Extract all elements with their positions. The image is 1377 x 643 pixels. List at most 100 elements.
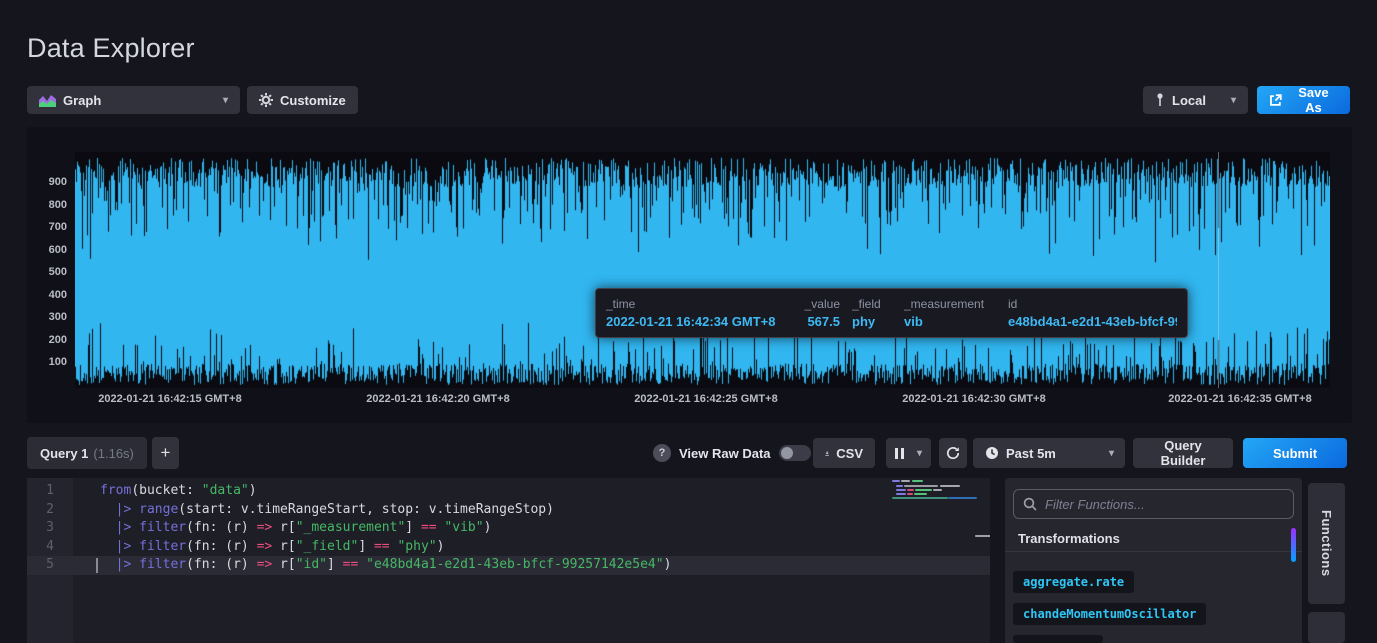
y-tick-label: 300 <box>27 311 67 323</box>
page-title: Data Explorer <box>27 33 195 64</box>
timeseries-chart[interactable] <box>75 152 1330 388</box>
refresh-icon <box>946 446 960 460</box>
graph-chart-icon <box>39 94 56 107</box>
function-pill-chandeMomentumOscillator[interactable]: chandeMomentumOscillator <box>1013 603 1206 625</box>
save-as-button[interactable]: Save As <box>1257 86 1350 114</box>
tooltip-column-value: _value567.5 <box>788 297 840 329</box>
query-duration: (1.16s) <box>93 446 133 461</box>
y-tick-label: 600 <box>27 244 67 256</box>
tooltip-header: _measurement <box>904 297 996 311</box>
csv-label: CSV <box>836 446 863 461</box>
code-line-2[interactable]: 2 |> range(start: v.timeRangeStart, stop… <box>27 501 990 520</box>
tooltip-value: 2022-01-21 16:42:34 GMT+8 <box>606 314 776 329</box>
query-builder-label: Query Builder <box>1145 438 1221 468</box>
divider <box>1005 551 1302 552</box>
code-text: from(bucket: "data") <box>100 482 257 501</box>
y-tick-label: 100 <box>27 356 67 368</box>
timezone-label: Local <box>1172 93 1206 108</box>
functions-panel: Transformations aggregate.ratechandeMome… <box>1005 478 1302 643</box>
function-search-box[interactable] <box>1013 489 1294 519</box>
question-mark-icon[interactable]: ? <box>653 444 671 462</box>
line-number: 1 <box>27 482 73 501</box>
editor-minimap[interactable] <box>875 479 990 509</box>
pause-icon <box>895 448 904 459</box>
line-number: 3 <box>27 519 73 538</box>
view-raw-data-label: View Raw Data <box>679 446 771 461</box>
chevron-down-icon: ▾ <box>917 448 922 459</box>
query-builder-button[interactable]: Query Builder <box>1133 438 1233 468</box>
tooltip-value: e48bd4a1-e2d1-43eb-bfcf-992… <box>1008 314 1177 329</box>
chart-panel: 900 800 700 600 500 400 300 200 100 2022-01-21 1… <box>27 127 1352 423</box>
time-range-label: Past 5m <box>1006 446 1056 461</box>
view-toolbar: Graph ▾ Customize Local ▾ Save As <box>27 86 1350 114</box>
tooltip-header: id <box>1008 297 1177 311</box>
x-tick-label: 2022-01-21 16:42:30 GMT+8 <box>902 393 1045 405</box>
tab-functions[interactable]: Functions <box>1308 483 1345 604</box>
chart-tooltip: _time2022-01-21 16:42:34 GMT+8 _value567.… <box>595 288 1188 338</box>
tab-partial[interactable] <box>1308 612 1345 643</box>
function-pill-partial[interactable] <box>1013 635 1103 643</box>
save-as-label: Save As <box>1289 85 1338 115</box>
query-toolbar: Query 1 (1.16s) + ? View Raw Data CSV ▾ … <box>0 437 1377 469</box>
tooltip-column-measurement: _measurementvib <box>904 297 996 329</box>
y-tick-label: 900 <box>27 176 67 188</box>
submit-label: Submit <box>1273 446 1317 461</box>
x-tick-label: 2022-01-21 16:42:25 GMT+8 <box>634 393 777 405</box>
view-type-label: Graph <box>63 93 101 108</box>
code-text: |> filter(fn: (r) => r["id"] == "e48bd4a… <box>100 556 671 575</box>
timezone-dropdown[interactable]: Local ▾ <box>1143 86 1248 114</box>
tooltip-value: phy <box>852 314 892 329</box>
tooltip-header: _value <box>788 297 840 311</box>
y-tick-label: 800 <box>27 199 67 211</box>
time-range-dropdown[interactable]: Past 5m ▾ <box>973 438 1125 468</box>
chevron-down-icon: ▾ <box>1109 448 1114 459</box>
add-query-button[interactable]: + <box>152 437 179 469</box>
x-tick-label: 2022-01-21 16:42:20 GMT+8 <box>366 393 509 405</box>
y-tick-label: 400 <box>27 289 67 301</box>
tooltip-column-id: id e48bd4a1-e2d1-43eb-bfcf-992… <box>1008 297 1177 329</box>
code-line-1[interactable]: 1 from(bucket: "data") <box>27 482 990 501</box>
tooltip-header: _field <box>852 297 892 311</box>
pin-icon <box>1155 93 1165 107</box>
query-tab-label: Query 1 <box>40 446 88 461</box>
toggle-knob <box>781 447 793 459</box>
line-number: 2 <box>27 501 73 520</box>
pause-dropdown-button[interactable]: ▾ <box>886 438 931 468</box>
y-tick-label: 200 <box>27 334 67 346</box>
tooltip-column-field: _fieldphy <box>852 297 892 329</box>
raw-data-toggle[interactable] <box>779 445 811 461</box>
panel-resize-handle[interactable] <box>975 535 990 537</box>
y-tick-label: 500 <box>27 266 67 278</box>
download-icon <box>825 447 829 460</box>
refresh-button[interactable] <box>939 438 967 468</box>
customize-button[interactable]: Customize <box>247 86 358 114</box>
code-lines: 1from(bucket: "data")2 |> range(start: v… <box>27 482 990 575</box>
function-pill-aggregate.rate[interactable]: aggregate.rate <box>1013 571 1134 593</box>
tooltip-column-time: _time2022-01-21 16:42:34 GMT+8 <box>606 297 776 329</box>
submit-button[interactable]: Submit <box>1243 438 1347 468</box>
function-search-input[interactable] <box>1045 497 1284 512</box>
export-icon <box>1269 94 1282 107</box>
code-text: |> filter(fn: (r) => r["_measurement"] =… <box>100 519 491 538</box>
line-number: 5 <box>27 556 73 575</box>
x-tick-label: 2022-01-21 16:42:15 GMT+8 <box>98 393 241 405</box>
line-number: 4 <box>27 538 73 557</box>
y-tick-label: 700 <box>27 221 67 233</box>
gear-icon <box>259 93 273 107</box>
x-tick-label: 2022-01-21 16:42:35 GMT+8 <box>1168 393 1311 405</box>
query-tab[interactable]: Query 1 (1.16s) <box>27 437 147 469</box>
functions-scrollbar-thumb[interactable] <box>1291 528 1296 562</box>
customize-label: Customize <box>280 93 346 108</box>
search-icon <box>1023 497 1037 511</box>
view-type-dropdown[interactable]: Graph ▾ <box>27 86 240 114</box>
hover-crosshair <box>1218 152 1219 388</box>
flux-code-editor[interactable]: 1from(bucket: "data")2 |> range(start: v… <box>27 478 990 643</box>
code-line-5[interactable]: 5 |> filter(fn: (r) => r["id"] == "e48bd… <box>27 556 990 575</box>
csv-download-button[interactable]: CSV <box>813 438 875 468</box>
code-line-3[interactable]: 3 |> filter(fn: (r) => r["_measurement"]… <box>27 519 990 538</box>
code-line-4[interactable]: 4 |> filter(fn: (r) => r["_field"] == "p… <box>27 538 990 557</box>
chevron-down-icon: ▾ <box>223 95 228 106</box>
chevron-down-icon: ▾ <box>1231 95 1236 106</box>
tooltip-value: vib <box>904 314 996 329</box>
code-text: |> range(start: v.timeRangeStart, stop: … <box>100 501 554 520</box>
